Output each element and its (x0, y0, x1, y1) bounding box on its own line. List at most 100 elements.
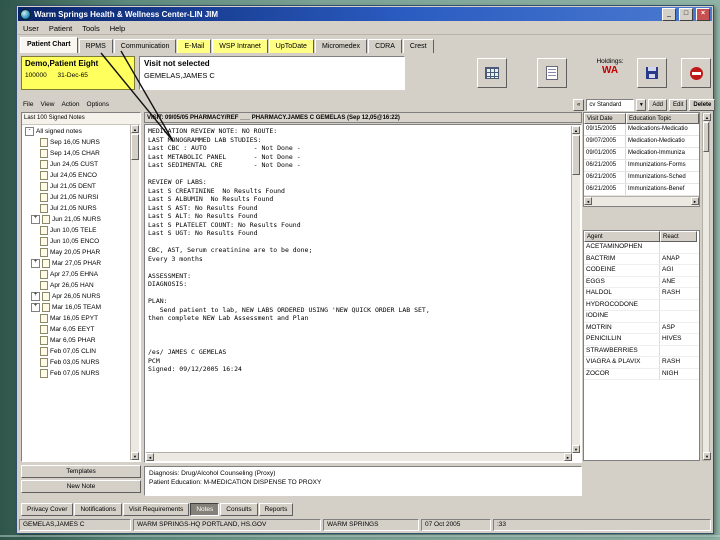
new-note-quick-button[interactable] (537, 58, 567, 88)
expand-icon[interactable] (31, 238, 38, 245)
expand-icon[interactable] (31, 194, 38, 201)
expand-icon[interactable] (31, 348, 38, 355)
allergy-row[interactable]: EGGS ANE (584, 277, 699, 289)
tree-item[interactable]: Feb 03,05 NURS (23, 357, 131, 368)
education-add-button[interactable]: Add (648, 99, 667, 111)
expand-icon[interactable] (31, 326, 38, 333)
app-tab[interactable]: Communication (114, 39, 177, 53)
alerts-button[interactable] (681, 58, 711, 88)
right-panel-scrollbar[interactable]: ▲ ▼ (702, 112, 710, 461)
tree-item[interactable]: Sep 16,05 NURS (23, 137, 131, 148)
scroll-down-icon[interactable]: ▼ (131, 452, 139, 460)
save-button[interactable] (637, 58, 667, 88)
tree-item[interactable]: Mar 6,05 EEYT (23, 324, 131, 335)
tree-item[interactable]: Mar 6,05 PHAR (23, 335, 131, 346)
notes-tree-scrollbar[interactable]: ▲ ▼ (130, 125, 139, 460)
education-row[interactable]: 06/21/2005 Immunizations-Benef (584, 184, 699, 196)
chart-section-tab[interactable]: Reports (259, 503, 294, 516)
note-vscrollbar[interactable]: ▲ ▼ (571, 126, 580, 453)
tree-item[interactable]: Jun 24,05 CUST (23, 159, 131, 170)
app-tab[interactable]: Micromedex (315, 39, 367, 53)
tree-item[interactable]: + Jun 21,05 NURS (23, 214, 131, 225)
menu-item[interactable]: Help (105, 24, 130, 33)
note-document-area[interactable]: MEDICATION REVIEW NOTE: NO ROUTE:LAST MO… (144, 124, 582, 463)
chart-section-tab[interactable]: Consults (220, 503, 257, 516)
tree-item[interactable]: Jul 21,05 DENT (23, 181, 131, 192)
expand-icon[interactable]: + (31, 215, 40, 224)
chevron-down-icon[interactable]: ▼ (636, 99, 646, 111)
app-tab[interactable]: RPMS (79, 39, 113, 53)
allergy-row[interactable]: ACETAMINOPHEN (584, 242, 699, 254)
menu-item[interactable]: Patient (44, 24, 77, 33)
scroll-left-icon[interactable]: ◄ (146, 453, 154, 461)
expand-icon[interactable] (31, 227, 38, 234)
notes-menu-item[interactable]: Action (61, 101, 79, 108)
tree-item[interactable]: Apr 27,05 EHNA (23, 269, 131, 280)
tree-item[interactable]: Mar 16,05 EPYT (23, 313, 131, 324)
tree-item[interactable]: + Mar 16,05 TEAM (23, 302, 131, 313)
education-hscrollbar[interactable]: ◄ ► (584, 196, 699, 206)
app-tab[interactable]: UpToDate (269, 39, 314, 53)
column-visit-date[interactable]: Visit Date (584, 113, 626, 124)
tree-item[interactable]: Jul 24,05 ENCO (23, 170, 131, 181)
education-view-select[interactable]: cv Standard (586, 99, 634, 111)
education-row[interactable]: 09/01/2005 Medication-Immuniza (584, 148, 699, 160)
education-edit-button[interactable]: Edit (669, 99, 687, 111)
signed-notes-header[interactable]: Last 100 Signed Notes (22, 113, 140, 125)
menu-item[interactable]: User (18, 24, 44, 33)
allergy-row[interactable]: MOTRIN ASP (584, 323, 699, 335)
templates-button[interactable]: Templates (21, 465, 141, 478)
visit-services-button[interactable] (477, 58, 507, 88)
expand-icon[interactable] (31, 271, 38, 278)
expand-icon[interactable] (31, 183, 38, 190)
tree-item[interactable]: Jul 21,05 NURS (23, 203, 131, 214)
scroll-right-icon[interactable]: ► (564, 453, 572, 461)
expand-icon[interactable] (31, 370, 38, 377)
column-react[interactable]: React (660, 231, 697, 242)
expand-icon[interactable] (31, 337, 38, 344)
expand-icon[interactable] (31, 205, 38, 212)
education-row[interactable]: 09/07/2005 Medication-Medicatio (584, 136, 699, 148)
minimize-button[interactable]: _ (662, 8, 676, 21)
tree-item[interactable]: Feb 07,05 CLIN (23, 346, 131, 357)
tree-item[interactable]: Apr 26,05 HAN (23, 280, 131, 291)
note-hscrollbar[interactable]: ◄ ► (146, 452, 572, 461)
chart-section-tab[interactable]: Notifications (74, 503, 121, 516)
app-tab[interactable]: Patient Chart (20, 37, 78, 53)
scroll-down-icon[interactable]: ▼ (572, 445, 580, 453)
expand-icon[interactable] (31, 161, 38, 168)
scroll-left-icon[interactable]: ◄ (584, 197, 592, 205)
allergy-row[interactable]: BACTRIM ANAP (584, 254, 699, 266)
app-tab[interactable]: E-Mail (177, 39, 211, 53)
menu-item[interactable]: Tools (77, 24, 105, 33)
scroll-up-icon[interactable]: ▲ (572, 126, 580, 134)
expand-icon[interactable]: + (31, 292, 40, 301)
tree-item[interactable]: Feb 07,05 NURS (23, 368, 131, 379)
chart-section-tab[interactable]: Privacy Cover (21, 503, 73, 516)
tree-item[interactable]: Jun 10,05 ENCO (23, 236, 131, 247)
column-education-topic[interactable]: Education Topic (626, 113, 699, 124)
education-row[interactable]: 06/21/2005 Immunizations-Sched (584, 172, 699, 184)
allergy-row[interactable]: VIAGRA & PLAVIX RASH (584, 357, 699, 369)
allergy-row[interactable]: ZOCOR NIGH (584, 369, 699, 381)
chart-section-tab[interactable]: Notes (190, 503, 219, 516)
tree-item[interactable]: May 20,05 PHAR (23, 247, 131, 258)
education-row[interactable]: 06/21/2005 Immunizations-Forms (584, 160, 699, 172)
tree-item[interactable]: Jul 21,05 NURSI (23, 192, 131, 203)
scroll-thumb[interactable] (131, 134, 139, 160)
expand-icon[interactable] (31, 249, 38, 256)
expand-icon[interactable] (31, 315, 38, 322)
notes-menu-item[interactable]: Options (87, 101, 109, 108)
expand-icon[interactable] (31, 172, 38, 179)
tree-item[interactable]: + Apr 26,05 NURS (23, 291, 131, 302)
notes-menu-item[interactable]: View (40, 101, 54, 108)
allergy-row[interactable]: CODEINE AGI (584, 265, 699, 277)
tree-root-item[interactable]: - All signed notes (23, 125, 131, 137)
column-agent[interactable]: Agent (584, 231, 660, 242)
new-note-button[interactable]: New Note (21, 480, 141, 493)
scroll-up-icon[interactable]: ▲ (131, 125, 139, 133)
tree-item[interactable]: + Mar 27,05 PHAR (23, 258, 131, 269)
expand-icon[interactable]: + (31, 259, 40, 268)
notes-menu-item[interactable]: File (23, 101, 33, 108)
app-tab[interactable]: Crest (403, 39, 434, 53)
